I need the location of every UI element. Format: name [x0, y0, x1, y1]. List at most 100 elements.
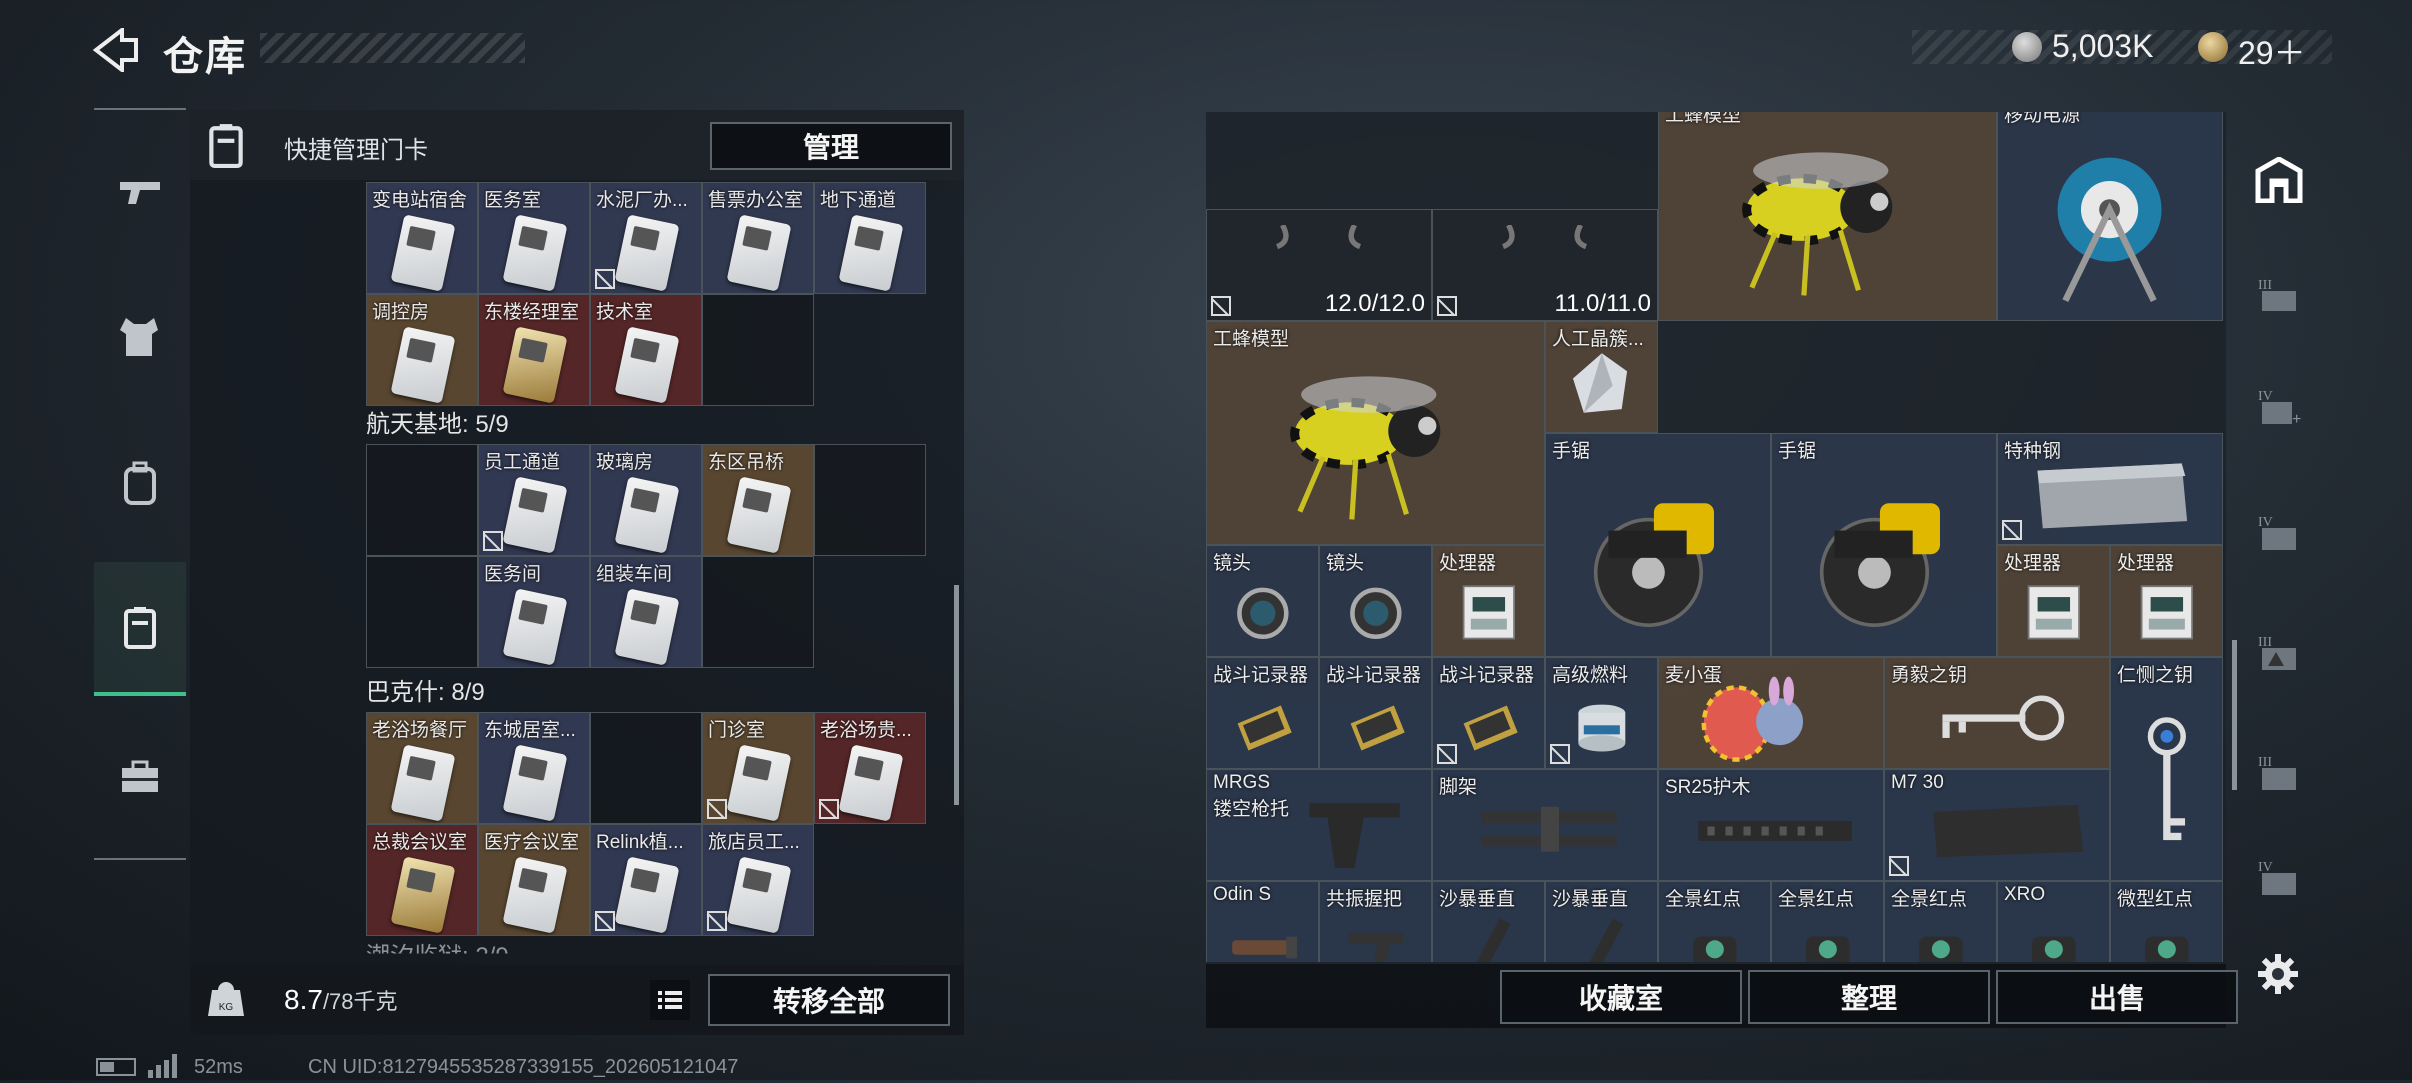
page-title: 仓库 — [163, 35, 247, 79]
warehouse-item[interactable]: 12.0/12.0 — [1206, 209, 1432, 321]
warehouse-item[interactable]: 沙暴垂直 — [1432, 881, 1545, 962]
keycard-slot[interactable]: 东区吊桥 — [702, 444, 814, 556]
warehouse-item[interactable]: 人工晶簇... — [1545, 321, 1658, 433]
keycard-scrollbar[interactable] — [954, 585, 959, 805]
silver-currency[interactable]: 5,003K — [2052, 28, 2153, 65]
keycard-slot[interactable]: 医疗会议室 — [478, 824, 590, 936]
sort-button[interactable]: 整理 — [1748, 970, 1990, 1024]
keycard-slot[interactable]: 东城居室... — [478, 712, 590, 824]
empty-keycard-slot[interactable] — [366, 556, 478, 668]
tab-weapons[interactable] — [94, 128, 186, 258]
keycard-slot[interactable]: 组装车间 — [590, 556, 702, 668]
warehouse-item[interactable]: 全景红点 — [1771, 881, 1884, 962]
warehouse-item[interactable]: 全景红点 — [1658, 881, 1771, 962]
keycard-slot[interactable]: 总裁会议室 — [366, 824, 478, 936]
warehouse-item[interactable]: 11.0/11.0 — [1432, 209, 1658, 321]
keycard-slot[interactable]: 水泥厂办... — [590, 182, 702, 294]
warehouse-item[interactable]: 全景红点 — [1884, 881, 1997, 962]
keycard-name: 老浴场餐厅 — [372, 720, 468, 741]
warehouse-item[interactable]: XRO — [1997, 881, 2110, 962]
tab-backpack[interactable] — [94, 418, 186, 548]
item-name: 全景红点 — [1665, 889, 1742, 910]
warehouse-grid[interactable]: 12.0/12.0 11.0/11.0 工蜂模型 移动电源 工蜂模型 人工晶簇... 手锯手… — [1206, 112, 2226, 962]
no-drop-icon — [707, 799, 727, 819]
keycard-slot[interactable]: 门诊室 — [702, 712, 814, 824]
settings-icon[interactable] — [2256, 952, 2300, 1001]
warehouse-item[interactable]: SR25护木 — [1658, 769, 1884, 881]
keycard-icon — [502, 326, 568, 404]
warehouse-item[interactable]: 战斗记录器 — [1319, 657, 1432, 769]
tab-armor[interactable] — [94, 272, 186, 402]
warehouse-item[interactable]: 工蜂模型 — [1206, 321, 1545, 545]
keycard-slot[interactable]: Relink植... — [590, 824, 702, 936]
keycard-slot[interactable]: 技术室 — [590, 294, 702, 406]
keycard-slot[interactable]: 售票办公室 — [702, 182, 814, 294]
warehouse-item[interactable]: 镜头 — [1319, 545, 1432, 657]
warehouse-item[interactable]: 战斗记录器 — [1206, 657, 1319, 769]
gold-currency[interactable]: 29＋ — [2238, 28, 2306, 74]
keycard-slot[interactable]: 地下通道 — [814, 182, 926, 294]
warehouse-item[interactable]: 战斗记录器 — [1432, 657, 1545, 769]
warehouse-item[interactable]: 手锯 — [1771, 433, 1997, 657]
keycard-slot[interactable]: 玻璃房 — [590, 444, 702, 556]
item-name: 沙暴垂直 — [1439, 889, 1516, 910]
transfer-all-button[interactable]: 转移全部 — [708, 974, 950, 1026]
warehouse-item[interactable]: 处理器 — [2110, 545, 2223, 657]
warehouse-tab-iii-icon[interactable]: III — [2244, 724, 2314, 824]
warehouse-tab-iv-icon[interactable]: IV + — [2244, 358, 2314, 458]
warehouse-item[interactable]: 手锯 — [1545, 433, 1771, 657]
keycard-icon — [726, 744, 792, 822]
keycard-slot[interactable]: 东楼经理室 — [478, 294, 590, 406]
empty-keycard-slot[interactable] — [590, 712, 702, 824]
empty-keycard-slot[interactable] — [814, 444, 926, 556]
warehouse-item[interactable]: 微型红点 — [2110, 881, 2223, 962]
empty-keycard-slot[interactable] — [702, 294, 814, 406]
warehouse-item[interactable]: 麦小蛋 — [1658, 657, 1884, 769]
warehouse-tab-iii-icon[interactable]: III — [2244, 604, 2314, 704]
list-icon[interactable] — [650, 980, 690, 1025]
warehouse-tab-iii-icon[interactable]: III — [2244, 245, 2314, 345]
keycard-slot[interactable]: 医务室 — [478, 182, 590, 294]
warehouse-item[interactable]: 移动电源 — [1997, 112, 2223, 321]
item-name: 全景红点 — [1891, 889, 1968, 910]
warehouse-item[interactable]: 共振握把 — [1319, 881, 1432, 962]
empty-keycard-slot[interactable] — [366, 444, 478, 556]
warehouse-item[interactable]: 特种钢 — [1997, 433, 2223, 545]
keycard-slot[interactable]: 员工通道 — [478, 444, 590, 556]
warehouse-tab-iv-icon[interactable]: IV — [2244, 844, 2314, 914]
warehouse-item[interactable]: 脚架 — [1432, 769, 1658, 881]
warehouse-tab-iv-icon[interactable]: IV — [2244, 484, 2314, 584]
keycard-slot[interactable]: 变电站宿舍 — [366, 182, 478, 294]
keycard-manage-icon — [208, 122, 244, 173]
warehouse-item[interactable]: 工蜂模型 — [1658, 112, 1997, 321]
tab-keycards[interactable] — [94, 562, 186, 696]
warehouse-item[interactable]: 沙暴垂直 — [1545, 881, 1658, 962]
warehouse-scrollbar[interactable] — [2232, 640, 2237, 790]
keycard-slot[interactable]: 老浴场贵... — [814, 712, 926, 824]
keycard-slot[interactable]: 旅店员工... — [702, 824, 814, 936]
warehouse-map-icon[interactable] — [2244, 130, 2314, 230]
warehouse-item[interactable]: 勇毅之钥 — [1884, 657, 2110, 769]
no-drop-icon — [1889, 856, 1909, 876]
quick-manage-label: 快捷管理门卡 — [284, 137, 428, 164]
collection-room-button[interactable]: 收藏室 — [1500, 970, 1742, 1024]
warehouse-item[interactable]: MRGS 镂空枪托 — [1206, 769, 1432, 881]
keycard-name: 变电站宿舍 — [372, 190, 468, 211]
tab-toolbox[interactable] — [94, 712, 186, 842]
back-icon[interactable] — [92, 25, 140, 75]
warehouse-item[interactable]: M7 30 — [1884, 769, 2110, 881]
keycard-slot[interactable]: 医务间 — [478, 556, 590, 668]
warehouse-item[interactable]: 镜头 — [1206, 545, 1319, 657]
warehouse-item[interactable]: 仁恻之钥 — [2110, 657, 2223, 881]
keycard-name: 医务间 — [484, 564, 542, 585]
warehouse-item[interactable]: 处理器 — [1432, 545, 1545, 657]
manage-button[interactable]: 管理 — [710, 122, 952, 170]
warehouse-item[interactable]: 高级燃料 — [1545, 657, 1658, 769]
warehouse-item[interactable]: 处理器 — [1997, 545, 2110, 657]
empty-keycard-slot[interactable] — [702, 556, 814, 668]
keycard-slot[interactable]: 老浴场餐厅 — [366, 712, 478, 824]
no-drop-icon — [2002, 520, 2022, 540]
warehouse-item[interactable]: Odin S — [1206, 881, 1319, 962]
sell-button[interactable]: 出售 — [1996, 970, 2238, 1024]
keycard-slot[interactable]: 调控房 — [366, 294, 478, 406]
